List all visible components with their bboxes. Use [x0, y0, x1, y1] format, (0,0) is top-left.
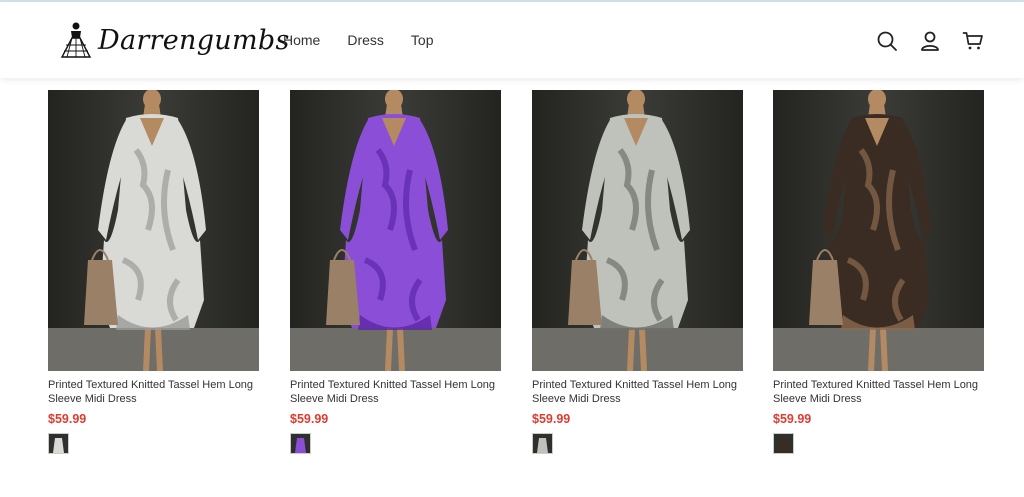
search-button[interactable] [874, 28, 900, 54]
site-header: Darrengumbs Home Dress Top [0, 2, 1024, 78]
color-swatch-purple-camo[interactable] [290, 433, 311, 454]
product-card[interactable]: Printed Textured Knitted Tassel Hem Long… [290, 90, 501, 454]
color-swatch-grey-camo[interactable] [532, 433, 553, 454]
user-icon [921, 31, 939, 51]
nav-top-link[interactable]: Top [411, 32, 434, 48]
brand-name: Darrengumbs [98, 24, 290, 56]
account-button[interactable] [917, 28, 943, 54]
product-image[interactable] [48, 90, 259, 371]
nav-dress-link[interactable]: Dress [347, 32, 384, 48]
product-card[interactable]: Printed Textured Knitted Tassel Hem Long… [48, 90, 259, 454]
product-image[interactable] [532, 90, 743, 371]
product-price: $59.99 [48, 412, 87, 426]
logo-dress-icon [60, 22, 92, 58]
color-swatch-leopard[interactable] [773, 433, 794, 454]
brand-logo[interactable]: Darrengumbs [60, 18, 290, 62]
nav-home-link[interactable]: Home [283, 32, 320, 48]
cart-button[interactable] [960, 28, 986, 54]
product-image[interactable] [773, 90, 984, 371]
product-title[interactable]: Printed Textured Knitted Tassel Hem Long… [773, 378, 984, 406]
product-price: $59.99 [773, 412, 812, 426]
search-icon [877, 31, 897, 51]
color-swatch-white-marble[interactable] [48, 433, 69, 454]
header-actions [874, 28, 1003, 54]
main-nav: Home Dress Top [283, 32, 461, 48]
product-image[interactable] [290, 90, 501, 371]
product-card[interactable]: Printed Textured Knitted Tassel Hem Long… [532, 90, 743, 454]
product-title[interactable]: Printed Textured Knitted Tassel Hem Long… [290, 378, 501, 406]
product-price: $59.99 [532, 412, 571, 426]
cart-icon [962, 32, 983, 50]
product-card[interactable]: Printed Textured Knitted Tassel Hem Long… [773, 90, 984, 454]
product-price: $59.99 [290, 412, 329, 426]
product-title[interactable]: Printed Textured Knitted Tassel Hem Long… [532, 378, 743, 406]
product-title[interactable]: Printed Textured Knitted Tassel Hem Long… [48, 378, 259, 406]
